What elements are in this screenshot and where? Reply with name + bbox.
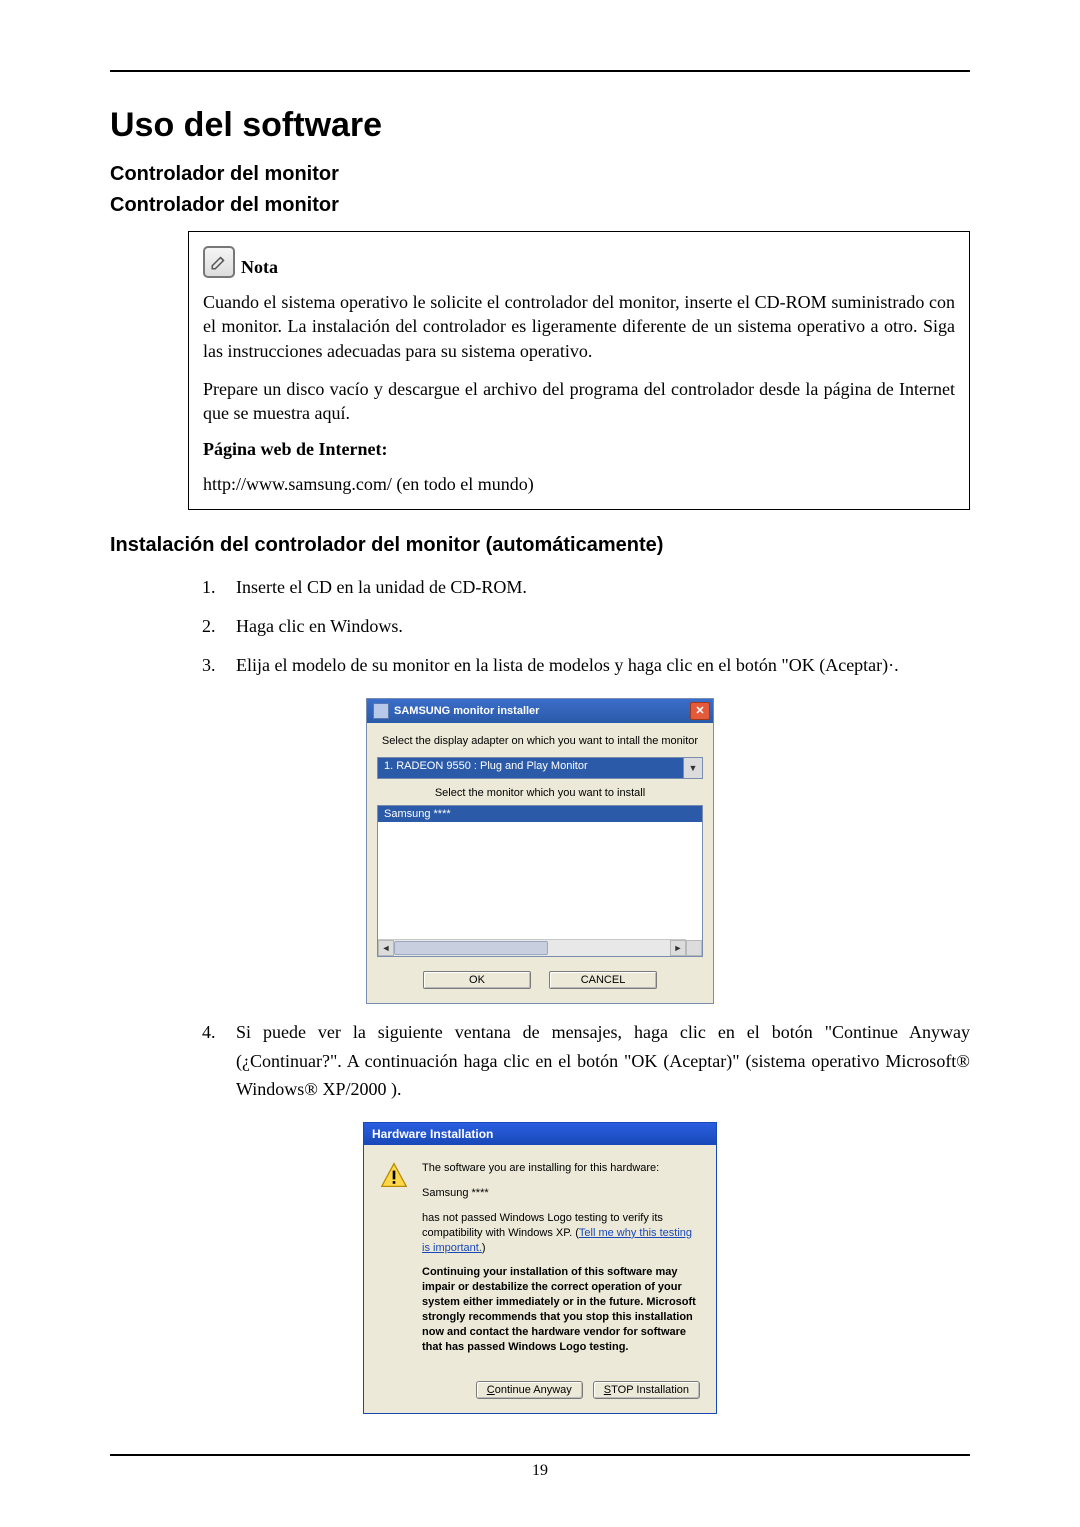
monitor-listbox[interactable]: Samsung **** ◄ ► xyxy=(377,805,703,957)
top-rule xyxy=(110,70,970,72)
close-icon[interactable]: ✕ xyxy=(690,702,710,720)
note-box: Nota Cuando el sistema operativo le soli… xyxy=(188,231,970,510)
installer-dialog: SAMSUNG monitor installer ✕ Select the d… xyxy=(366,698,714,1004)
installer-titlebar: SAMSUNG monitor installer ✕ xyxy=(367,699,713,723)
step-2: Haga clic en Windows. xyxy=(220,612,970,641)
step-4: Si puede ver la siguiente ventana de men… xyxy=(220,1018,970,1104)
chevron-down-icon[interactable]: ▼ xyxy=(683,758,702,778)
cancel-button[interactable]: CANCEL xyxy=(549,971,657,989)
monitor-list-item[interactable]: Samsung **** xyxy=(378,806,702,822)
continue-anyway-button[interactable]: Continue Anyway xyxy=(476,1381,583,1399)
horizontal-scrollbar[interactable]: ◄ ► xyxy=(378,939,686,956)
note-web-label: Página web de Internet: xyxy=(203,439,955,460)
heading-install-auto: Instalación del controlador del monitor … xyxy=(110,534,970,557)
installer-title: SAMSUNG monitor installer xyxy=(394,705,690,717)
installer-instruction-1: Select the display adapter on which you … xyxy=(377,735,703,747)
hw-line3: has not passed Windows Logo testing to v… xyxy=(422,1211,700,1256)
scrollbar-thumb[interactable] xyxy=(394,941,548,955)
stop-installation-button[interactable]: STOP Installation xyxy=(593,1381,700,1399)
scroll-left-icon[interactable]: ◄ xyxy=(378,940,394,956)
hw-warning-text: Continuing your installation of this sof… xyxy=(422,1265,700,1354)
install-steps: Inserte el CD en la unidad de CD-ROM. Ha… xyxy=(188,573,970,679)
step-1: Inserte el CD en la unidad de CD-ROM. xyxy=(220,573,970,602)
installer-instruction-2: Select the monitor which you want to ins… xyxy=(377,787,703,799)
warning-icon xyxy=(380,1161,408,1189)
note-url: http://www.samsung.com/ (en todo el mund… xyxy=(203,474,955,495)
hw-line2: Samsung **** xyxy=(422,1186,700,1201)
adapter-selected: 1. RADEON 9550 : Plug and Play Monitor xyxy=(378,758,683,778)
scrollbar-corner xyxy=(686,940,702,956)
scroll-right-icon[interactable]: ► xyxy=(670,940,686,956)
note-label: Nota xyxy=(241,257,278,278)
page-number: 19 xyxy=(110,1462,970,1480)
ok-button[interactable]: OK xyxy=(423,971,531,989)
adapter-dropdown[interactable]: 1. RADEON 9550 : Plug and Play Monitor ▼ xyxy=(377,757,703,779)
bottom-rule xyxy=(110,1454,970,1456)
note-icon xyxy=(203,246,235,278)
note-paragraph-2: Prepare un disco vacío y descargue el ar… xyxy=(203,377,955,426)
heading-controller-1: Controlador del monitor xyxy=(110,163,970,186)
page-title: Uso del software xyxy=(110,106,970,145)
heading-controller-2: Controlador del monitor xyxy=(110,194,970,217)
note-paragraph-1: Cuando el sistema operativo le solicite … xyxy=(203,290,955,363)
hw-title: Hardware Installation xyxy=(364,1123,716,1145)
hardware-install-dialog: Hardware Installation The software you a… xyxy=(363,1122,717,1413)
step-3: Elija el modelo de su monitor en la list… xyxy=(220,651,970,680)
install-steps-cont: Si puede ver la siguiente ventana de men… xyxy=(188,1018,970,1104)
app-icon xyxy=(373,703,389,719)
hw-line1: The software you are installing for this… xyxy=(422,1161,700,1176)
